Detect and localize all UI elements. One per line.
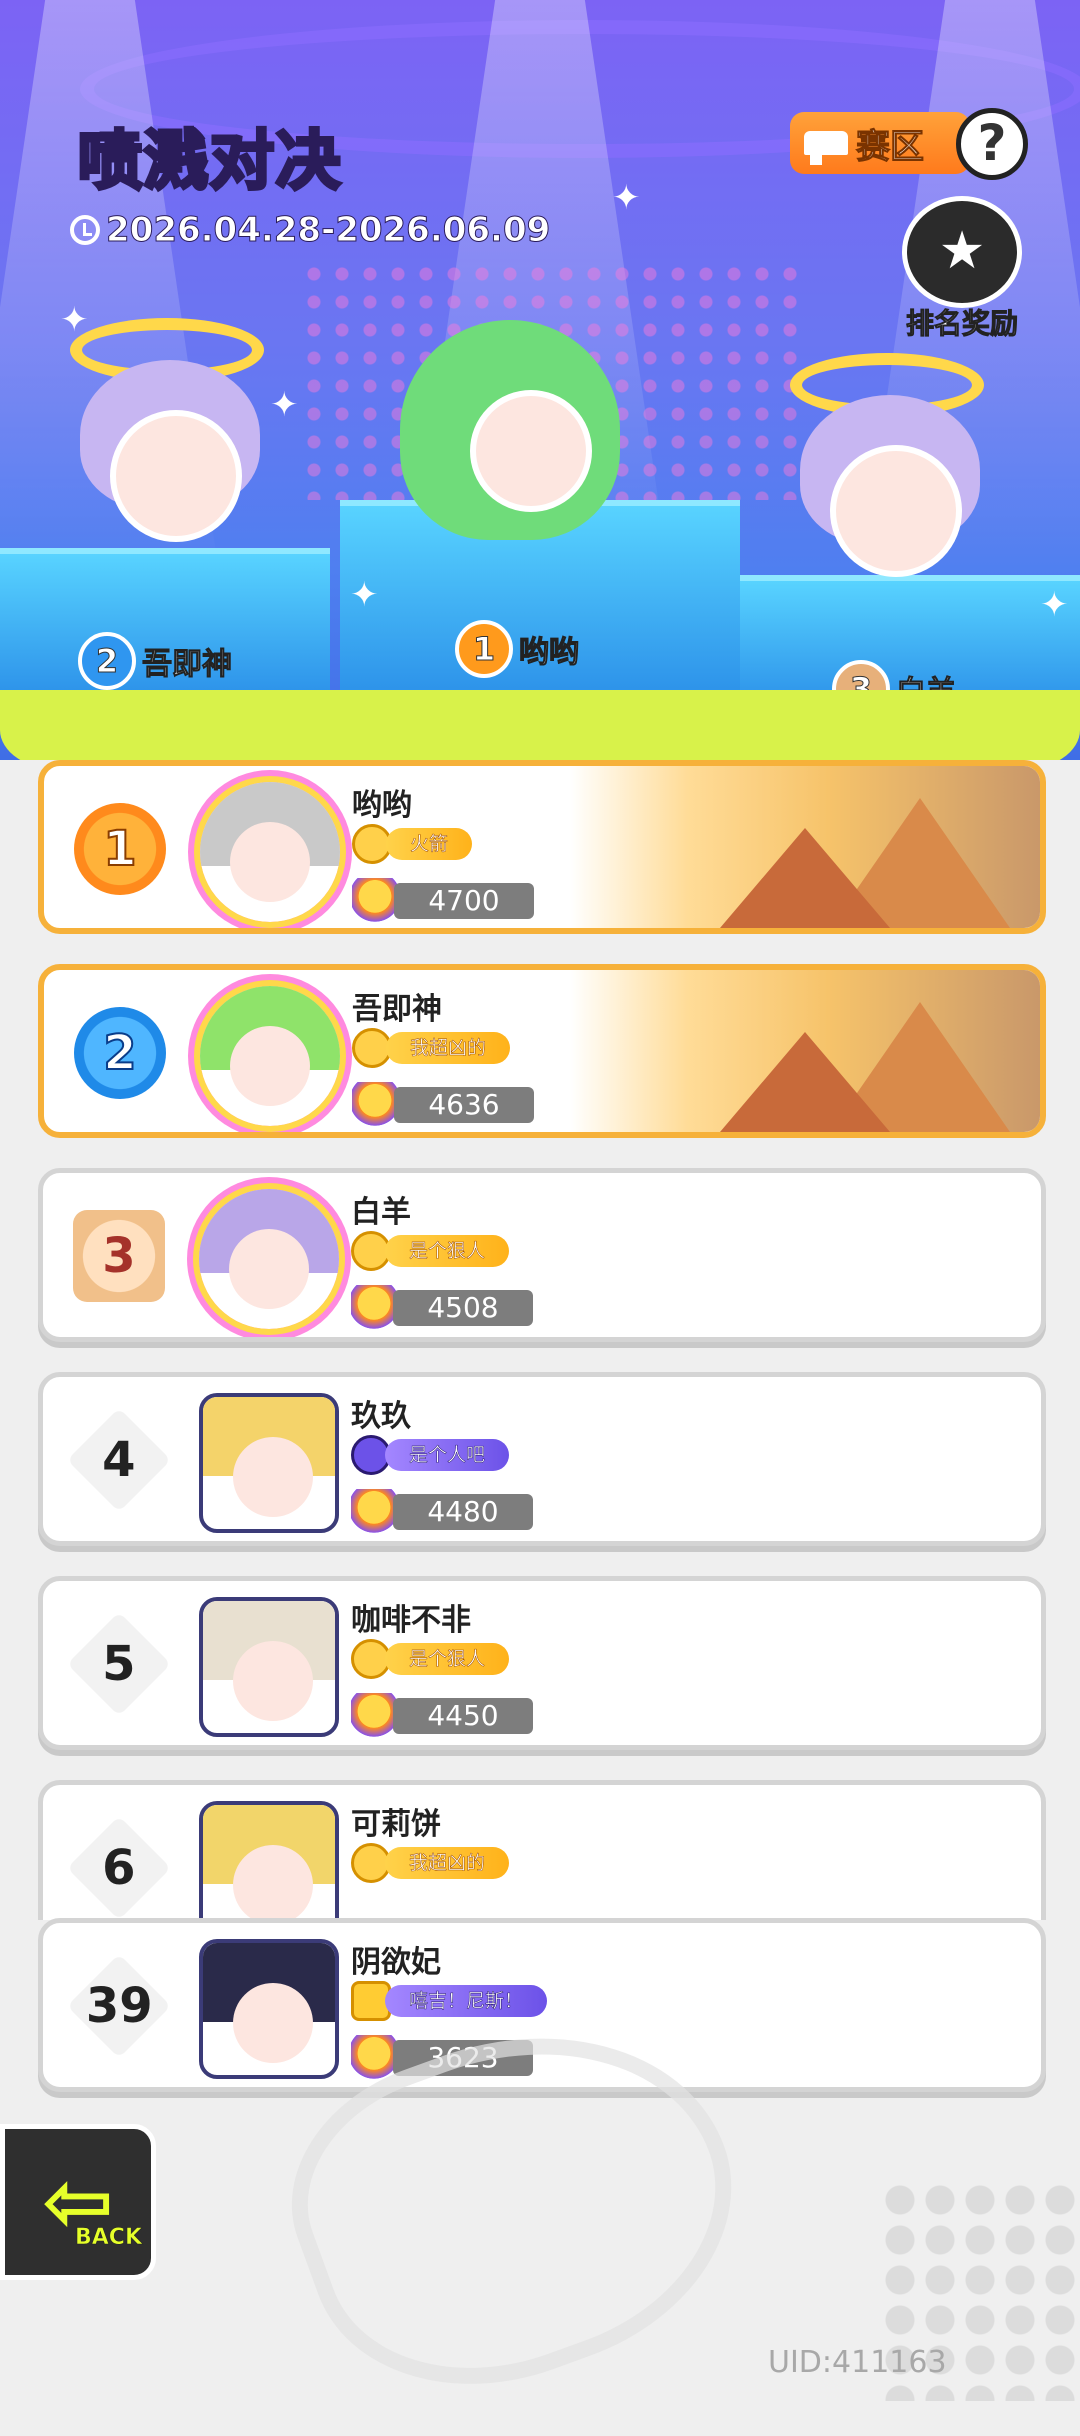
sparkle-icon: ✦ — [1040, 585, 1069, 625]
score-value: 4636 — [394, 1087, 534, 1123]
rank-badge: 2 — [78, 632, 136, 690]
avatar-face — [229, 1229, 309, 1309]
leaderboard-row[interactable]: 2 吾即神 我超凶的 4636 — [38, 964, 1046, 1138]
sparkle-icon: ✦ — [270, 385, 299, 425]
player-name: 可莉饼 — [351, 1807, 441, 1842]
sparkle-icon: ✦ — [60, 300, 89, 340]
character-face — [110, 410, 242, 542]
score: 4700 — [352, 878, 534, 924]
event-header: ✦ ✦ ✦ ✦ ✦ 喷溅对决 2026.04.28-2026.06.09 赛区 … — [0, 0, 1080, 760]
rank-badge: 2 — [74, 1007, 166, 1099]
title-text: 火箭 — [386, 828, 473, 860]
back-label: BACK — [75, 2225, 143, 2251]
score-value: 4450 — [393, 1698, 533, 1734]
podium-character-second[interactable] — [60, 318, 280, 570]
score: 4508 — [351, 1285, 533, 1331]
player-name: 白羊 — [351, 1195, 411, 1230]
rank-badge: 1 — [455, 620, 513, 678]
player-name: 吾即神 — [352, 992, 442, 1027]
avatar[interactable] — [200, 782, 340, 922]
score-value: 4480 — [393, 1494, 533, 1530]
avatar[interactable] — [200, 986, 340, 1126]
rank-badge: 39 — [66, 1953, 172, 2059]
podium-label-second: 2 吾即神 — [78, 632, 233, 690]
avatar[interactable] — [199, 1939, 339, 2079]
avatar-face — [233, 1983, 313, 2063]
trophy-icon — [351, 1285, 397, 1331]
leaderboard-row[interactable]: 3 白羊 是个狠人 4508 — [38, 1168, 1046, 1342]
leaderboard-row[interactable]: 5 咖啡不非 是个狠人 4450 — [38, 1576, 1046, 1750]
back-button[interactable]: ⇦ BACK — [0, 2124, 156, 2280]
slime-divider — [0, 690, 1080, 760]
player-name: 阴欲妃 — [351, 1945, 441, 1980]
trophy-icon — [352, 1082, 398, 1128]
rank-badge: 5 — [66, 1611, 172, 1717]
rank-badge: 6 — [66, 1815, 172, 1920]
trophy-icon — [351, 1489, 397, 1535]
leaderboard-row[interactable]: 6 可莉饼 我超凶的 — [38, 1780, 1046, 1920]
avatar-face — [230, 822, 310, 902]
sparkle-icon: ✦ — [612, 178, 641, 218]
title-text: 是个狠人 — [385, 1235, 510, 1267]
avatar-face — [233, 1437, 313, 1517]
avatar[interactable] — [199, 1801, 339, 1920]
player-name: 咖啡不非 — [351, 1603, 471, 1638]
score: 4636 — [352, 1082, 534, 1128]
score: 4450 — [351, 1693, 533, 1739]
player-title: 嘻吉！尼斯！ — [351, 1981, 548, 2021]
avatar[interactable] — [199, 1189, 339, 1329]
rank-reward-button[interactable]: ★ 排名奖励 — [896, 196, 1028, 342]
leaderboard-row[interactable]: 4 玖玖 是个人吧 4480 — [38, 1372, 1046, 1546]
player-name: 哟哟 — [352, 788, 412, 823]
score: 4480 — [351, 1489, 533, 1535]
sparkle-icon: ✦ — [350, 575, 379, 615]
avatar-face — [233, 1641, 313, 1721]
leaderboard-row[interactable]: 1 哟哟 火箭 4700 — [38, 760, 1046, 934]
title-text: 是个人吧 — [385, 1439, 510, 1471]
avatar[interactable] — [199, 1393, 339, 1533]
score-value: 4700 — [394, 883, 534, 919]
row-background-scene — [570, 970, 1040, 1132]
rank-badge: 4 — [66, 1407, 172, 1513]
podium-name: 哟哟 — [519, 635, 580, 671]
player-title: 我超凶的 — [351, 1843, 510, 1883]
zone-button[interactable]: 赛区 — [790, 112, 970, 174]
trophy-icon — [351, 1693, 397, 1739]
trophy-icon — [351, 2035, 397, 2081]
player-title: 是个狠人 — [351, 1639, 510, 1679]
score-value: 4508 — [393, 1290, 533, 1326]
player-title: 我超凶的 — [352, 1028, 511, 1068]
trophy-icon — [352, 878, 398, 924]
podium-name: 吾即神 — [142, 647, 233, 683]
podium-character-third[interactable] — [780, 353, 1000, 605]
title-text: 是个狠人 — [385, 1643, 510, 1675]
help-button[interactable]: ? — [956, 108, 1028, 180]
rank-badge: 3 — [73, 1210, 165, 1302]
avatar[interactable] — [199, 1597, 339, 1737]
rank-reward-label: 排名奖励 — [905, 307, 1018, 341]
event-title: 喷溅对决 — [76, 123, 342, 201]
character-face — [470, 390, 592, 512]
avatar-face — [233, 1845, 313, 1920]
zone-label: 赛区 — [856, 126, 925, 167]
date-range-text: 2026.04.28-2026.06.09 — [105, 210, 551, 251]
rank-badge: 1 — [74, 803, 166, 895]
player-title: 是个狠人 — [351, 1231, 510, 1271]
row-background-scene — [570, 766, 1040, 928]
avatar-face — [230, 1026, 310, 1106]
water-gun-icon — [804, 131, 848, 165]
event-dates: 2026.04.28-2026.06.09 — [70, 210, 551, 251]
title-text: 我超凶的 — [386, 1032, 511, 1064]
clock-icon — [70, 215, 100, 245]
player-title: 是个人吧 — [351, 1435, 510, 1475]
podium-character-first[interactable] — [400, 300, 640, 550]
user-id: UID:411163 — [768, 2345, 947, 2380]
reward-box-icon: ★ — [902, 196, 1022, 308]
title-text: 嘻吉！尼斯！ — [385, 1985, 548, 2017]
player-title: 火箭 — [352, 824, 473, 864]
title-text: 我超凶的 — [385, 1847, 510, 1879]
podium-label-first: 1 哟哟 — [455, 620, 580, 678]
character-face — [830, 445, 962, 577]
player-name: 玖玖 — [351, 1399, 411, 1434]
